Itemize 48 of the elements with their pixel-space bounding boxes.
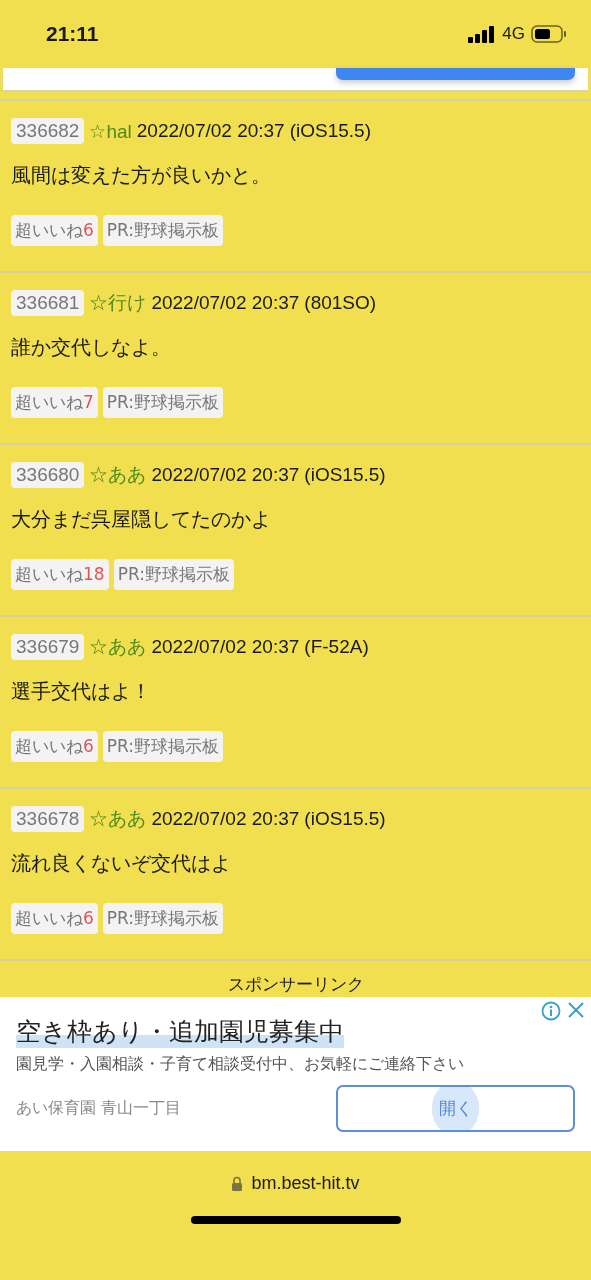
pr-link[interactable]: PR:野球掲示板 [102, 731, 224, 762]
info-icon[interactable] [541, 1001, 561, 1021]
battery-icon [531, 25, 567, 43]
like-button[interactable]: 超いいね7 [11, 387, 98, 418]
post-body: 誰か交代しなよ。 [11, 334, 172, 361]
post-number[interactable]: 336681 [11, 290, 85, 316]
post-body: 大分まだ呉屋隠してたのかよ [11, 506, 272, 533]
like-button[interactable]: 超いいね6 [11, 731, 98, 762]
poster-name: ☆行け [89, 291, 147, 315]
lock-icon [231, 1176, 244, 1191]
post-date: 2022/07/02 20:37 [151, 636, 300, 658]
device-label: (801SO) [304, 292, 377, 314]
device-label: (F-52A) [304, 636, 369, 658]
post-date: 2022/07/02 20:37 [136, 120, 285, 142]
post-number[interactable]: 336678 [11, 806, 85, 832]
pr-link[interactable]: PR:野球掲示板 [102, 387, 224, 418]
pr-link[interactable]: PR:野球掲示板 [102, 215, 224, 246]
pr-link[interactable]: PR:野球掲示板 [113, 559, 234, 590]
pr-link[interactable]: PR:野球掲示板 [102, 903, 224, 934]
ad-banner[interactable]: 空き枠あり・追加園児募集中 園見学・入園相談・子育て相談受付中、お気軽にご連絡下さい あい保育園 青山一丁目 開く [0, 997, 591, 1151]
status-time: 21:11 [46, 22, 99, 46]
open-button[interactable]: 開く [336, 1085, 575, 1132]
post-body: 選手交代はよ！ [11, 678, 152, 705]
post-number[interactable]: 336680 [11, 462, 85, 488]
post-date: 2022/07/02 20:37 [151, 292, 300, 314]
like-button[interactable]: 超いいね6 [11, 215, 98, 246]
like-button[interactable]: 超いいね18 [11, 559, 109, 590]
post-date: 2022/07/02 20:37 [151, 808, 300, 830]
post-date: 2022/07/02 20:37 [151, 464, 300, 486]
post-number[interactable]: 336679 [11, 634, 85, 660]
post-body: 流れ良くないぞ交代はよ [11, 850, 232, 877]
poster-name: ☆ああ [89, 463, 147, 487]
device-label: (iOS15.5) [289, 120, 371, 142]
network-label: 4G [502, 24, 525, 44]
signal-icon [468, 25, 497, 43]
poster-name: ☆hal [89, 119, 132, 143]
device-label: (iOS15.5) [304, 464, 386, 486]
sponsor-label: スポンサーリンク [226, 973, 365, 996]
url-text[interactable]: bm.best-hit.tv [251, 1173, 360, 1194]
advertiser-name: あい保育園 青山一丁目 [16, 1098, 182, 1119]
post-number[interactable]: 336682 [11, 118, 85, 144]
device-label: (iOS15.5) [304, 808, 386, 830]
like-button[interactable]: 超いいね6 [11, 903, 98, 934]
poster-name: ☆ああ [89, 635, 147, 659]
poster-name: ☆ああ [89, 807, 147, 831]
ad-description: 園見学・入園相談・子育て相談受付中、お気軽にご連絡下さい [16, 1054, 465, 1075]
post-body: 風間は変えた方が良いかと。 [11, 162, 272, 189]
close-icon[interactable] [567, 1001, 585, 1019]
